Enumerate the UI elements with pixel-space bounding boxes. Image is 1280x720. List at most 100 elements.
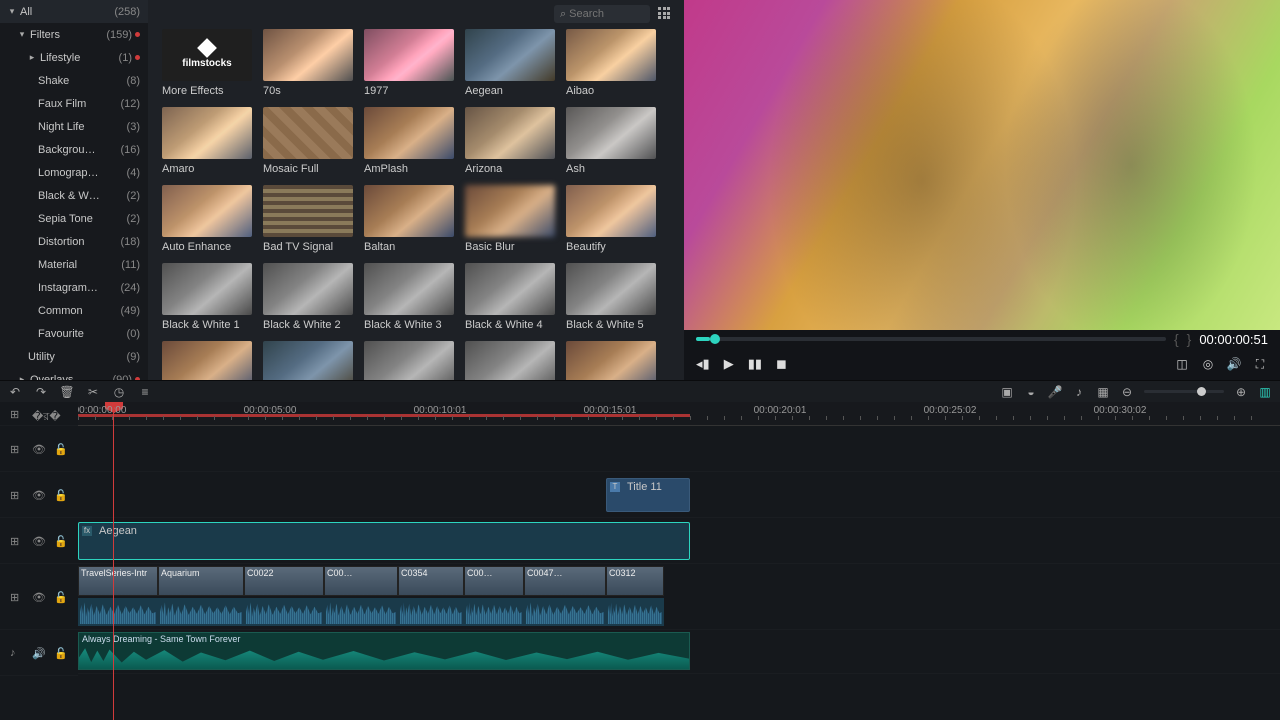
sidebar-item-lomograp-[interactable]: Lomograp…(4) (0, 161, 148, 184)
track-settings-icon[interactable]: ⊞ (10, 591, 22, 603)
track-video[interactable]: TravelSeries-IntrAquariumC0022C00…C0354C… (78, 564, 1280, 630)
effect-black-white-1[interactable]: Black & White 1 (162, 263, 252, 331)
effect-mosaic-full[interactable]: Mosaic Full (263, 107, 353, 175)
scrub-bar[interactable]: { } 00:00:00:51 (684, 330, 1280, 348)
sidebar-item-filters[interactable]: ▾Filters(159) (0, 23, 148, 46)
zoom-slider[interactable] (1144, 390, 1224, 393)
sidebar-item-utility[interactable]: Utility(9) (0, 345, 148, 368)
mark-in-icon[interactable]: { (1174, 331, 1179, 347)
track-lock-icon[interactable]: 🔓 (54, 443, 66, 455)
sidebar-item-shake[interactable]: Shake(8) (0, 69, 148, 92)
effect-70s[interactable]: 70s (263, 29, 353, 97)
delete-icon[interactable]: 🗑 (60, 385, 74, 399)
search-input[interactable] (569, 8, 644, 20)
video-clip[interactable]: C00… (324, 566, 398, 596)
volume-icon[interactable]: 🔊 (1226, 356, 1242, 372)
track-lock-icon[interactable]: 🔓 (54, 535, 66, 547)
scrub-handle[interactable] (710, 334, 720, 344)
title-clip[interactable]: TTitle 11 (606, 478, 690, 512)
effect-aegean[interactable]: Aegean (465, 29, 555, 97)
track-visible-icon[interactable]: 👁 (32, 489, 44, 501)
track-settings-icon[interactable]: ⊞ (10, 443, 22, 455)
track-effect[interactable]: fxAegean (78, 518, 1280, 564)
track-visible-icon[interactable]: 👁 (32, 535, 44, 547)
mixer-icon[interactable]: ▦ (1096, 385, 1110, 399)
effect-black-white-5[interactable]: Black & White 5 (566, 263, 656, 331)
sidebar-item-sepia-tone[interactable]: Sepia Tone(2) (0, 207, 148, 230)
zoom-out-icon[interactable]: ⊖ (1120, 385, 1134, 399)
sidebar-item-common[interactable]: Common(49) (0, 299, 148, 322)
zoom-handle[interactable] (1197, 387, 1206, 396)
effect-bad-tv-signal[interactable]: Bad TV Signal (263, 185, 353, 253)
video-clip[interactable]: Aquarium (158, 566, 244, 596)
effect-basic-blur[interactable]: Basic Blur (465, 185, 555, 253)
video-clip[interactable]: C0022 (244, 566, 324, 596)
sidebar-item-overlays[interactable]: ▸Overlays(90) (0, 368, 148, 380)
manage-tracks-icon[interactable]: ⊞ (10, 408, 22, 420)
track-music-icon[interactable]: ♪ (10, 647, 22, 659)
effect-1977[interactable]: 1977 (364, 29, 454, 97)
video-clip[interactable]: C00… (464, 566, 524, 596)
track-mute-icon[interactable]: 🔊 (32, 647, 44, 659)
effect-clip[interactable]: fxAegean (78, 522, 690, 560)
speed-icon[interactable]: ◷ (112, 385, 126, 399)
time-ruler[interactable]: 00:00:00:0000:00:05:0000:00:10:0100:00:1… (78, 402, 1280, 426)
split-icon[interactable]: ✂ (86, 385, 100, 399)
compare-icon[interactable]: ◫ (1174, 356, 1190, 372)
marker-icon[interactable]: ◒ (1024, 385, 1038, 399)
video-clip[interactable]: C0047… (524, 566, 606, 596)
scrub-track[interactable] (696, 337, 1166, 341)
zoom-fit-icon[interactable]: ▥ (1258, 385, 1272, 399)
track-settings-icon[interactable]: ⊞ (10, 535, 22, 547)
effect-item[interactable] (465, 341, 555, 380)
sidebar-item-favourite[interactable]: Favourite(0) (0, 322, 148, 345)
video-clip[interactable]: C0354 (398, 566, 464, 596)
effect-black-white-4[interactable]: Black & White 4 (465, 263, 555, 331)
track-title[interactable]: TTitle 11 (78, 472, 1280, 518)
video-clip[interactable]: C0312 (606, 566, 664, 596)
track-empty-1[interactable] (78, 426, 1280, 472)
effect-baltan[interactable]: Baltan (364, 185, 454, 253)
effect-amplash[interactable]: AmPlash (364, 107, 454, 175)
track-visible-icon[interactable]: 👁 (32, 443, 44, 455)
sidebar-item-faux-film[interactable]: Faux Film(12) (0, 92, 148, 115)
mark-out-icon[interactable]: } (1187, 331, 1192, 347)
track-lock-icon[interactable]: 🔓 (54, 647, 66, 659)
sidebar-item-instagram-[interactable]: Instagram…(24) (0, 276, 148, 299)
undo-icon[interactable]: ↶ (8, 385, 22, 399)
prev-frame-button[interactable]: ◂▮ (696, 356, 710, 372)
track-settings-icon[interactable]: ⊞ (10, 489, 22, 501)
track-audio[interactable]: Always Dreaming - Same Town Forever (78, 630, 1280, 674)
effect-item[interactable] (364, 341, 454, 380)
sidebar-item-night-life[interactable]: Night Life(3) (0, 115, 148, 138)
stop-button[interactable]: ◼ (776, 356, 787, 372)
effect-more-effects[interactable]: filmstocksMore Effects (162, 29, 252, 97)
record-vo-icon[interactable]: 🎤 (1048, 385, 1062, 399)
effect-auto-enhance[interactable]: Auto Enhance (162, 185, 252, 253)
effect-black-white-3[interactable]: Black & White 3 (364, 263, 454, 331)
pause-button[interactable]: ▮▮ (748, 356, 762, 372)
video-clip[interactable]: TravelSeries-Intr (78, 566, 158, 596)
track-lock-icon[interactable]: 🔓 (54, 489, 66, 501)
link-icon[interactable]: �র� (32, 408, 44, 420)
effect-beautify[interactable]: Beautify (566, 185, 656, 253)
effect-item[interactable] (566, 341, 656, 380)
sidebar-item-distortion[interactable]: Distortion(18) (0, 230, 148, 253)
sidebar-item-lifestyle[interactable]: ▸Lifestyle(1) (0, 46, 148, 69)
render-icon[interactable]: ▣ (1000, 385, 1014, 399)
track-lock-icon[interactable]: 🔓 (54, 591, 66, 603)
effect-item[interactable] (263, 341, 353, 380)
sidebar-item-black-w-[interactable]: Black & W…(2) (0, 184, 148, 207)
sidebar-item-all[interactable]: ▾All(258) (0, 0, 148, 23)
grid-view-icon[interactable] (658, 7, 672, 21)
track-visible-icon[interactable]: 👁 (32, 591, 44, 603)
play-button[interactable]: ▶ (724, 356, 734, 372)
effect-aibao[interactable]: Aibao (566, 29, 656, 97)
search-box[interactable]: ⌕ (554, 5, 650, 23)
zoom-in-icon[interactable]: ⊕ (1234, 385, 1248, 399)
music-icon[interactable]: ♪ (1072, 385, 1086, 399)
effect-ash[interactable]: Ash (566, 107, 656, 175)
sidebar-item-backgrou-[interactable]: Backgrou…(16) (0, 138, 148, 161)
redo-icon[interactable]: ↷ (34, 385, 48, 399)
sidebar-item-material[interactable]: Material(11) (0, 253, 148, 276)
